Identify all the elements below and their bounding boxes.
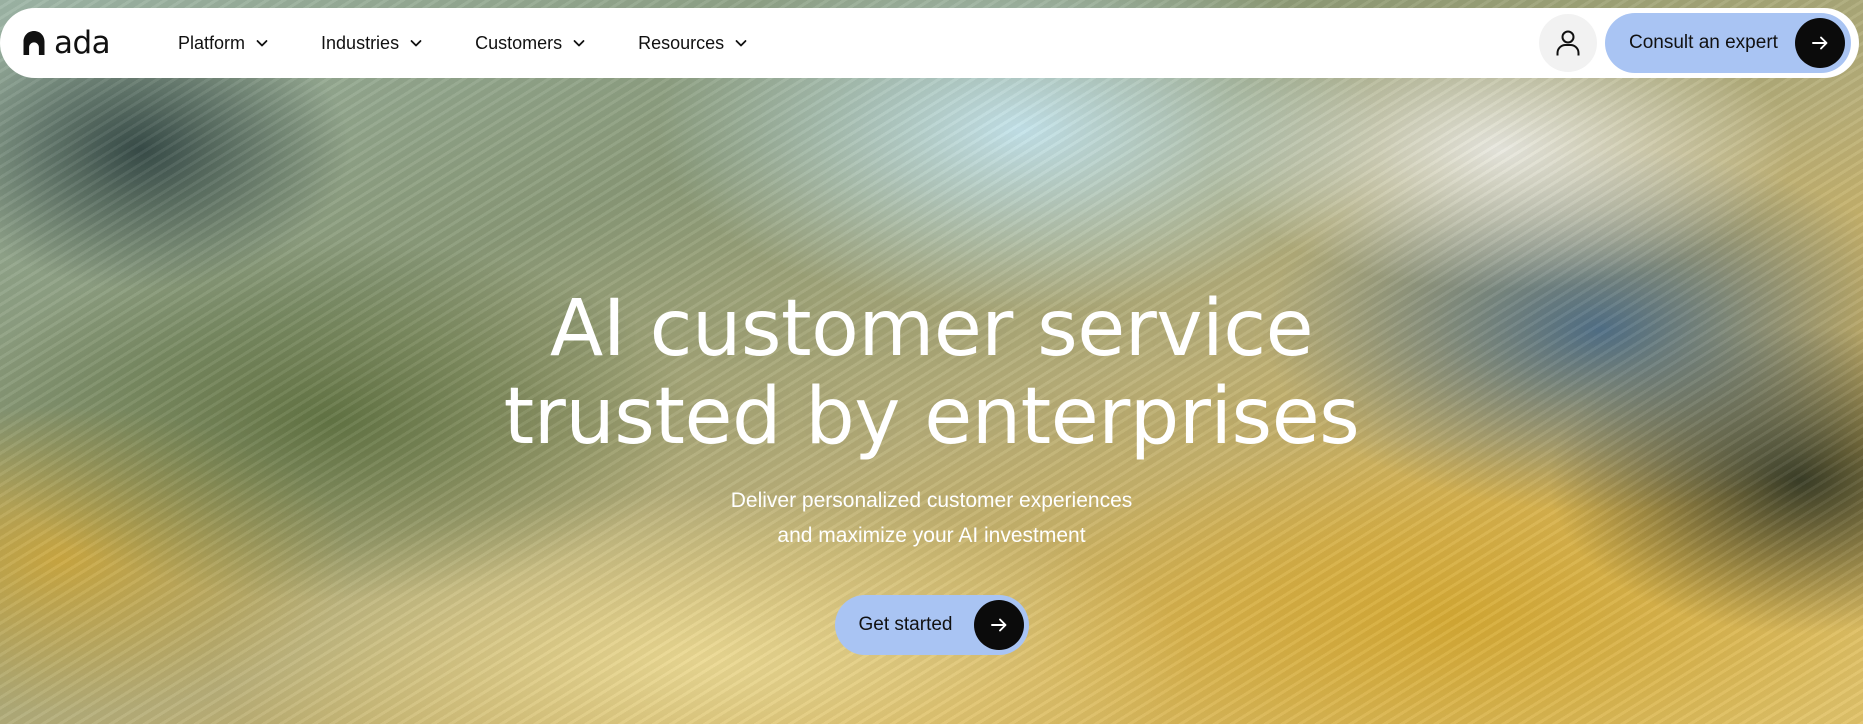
nav-actions: Consult an expert	[1539, 13, 1851, 73]
main-nav: Platform Industries Customers Resources	[172, 33, 800, 54]
arrow-right-icon	[990, 618, 1006, 632]
hero-subtitle: Deliver personalized customer experience…	[0, 483, 1863, 553]
hero-title: AI customer service trusted by enterpris…	[0, 285, 1863, 461]
nav-item-platform[interactable]: Platform	[178, 33, 269, 54]
chevron-down-icon	[573, 40, 585, 47]
arrow-right-icon	[1812, 36, 1828, 50]
chevron-down-icon	[256, 40, 268, 47]
nav-item-label: Resources	[638, 32, 725, 53]
nav-item-industries[interactable]: Industries	[321, 33, 423, 54]
consult-expert-button[interactable]: Consult an expert	[1605, 13, 1851, 73]
hero-section: AI customer service trusted by enterpris…	[0, 285, 1863, 655]
ada-logo-icon	[23, 31, 45, 55]
user-icon	[1556, 30, 1580, 56]
nav-item-label: Customers	[475, 32, 563, 53]
chevron-down-icon	[410, 40, 422, 47]
brand-logo[interactable]: ada	[22, 25, 172, 61]
top-navbar: ada Platform Industries Customers Resour…	[0, 8, 1859, 78]
nav-item-label: Industries	[321, 32, 400, 53]
consult-expert-label: Consult an expert	[1629, 32, 1778, 53]
page: ada Platform Industries Customers Resour…	[0, 0, 1863, 724]
cta-wrap: Get started	[0, 595, 1863, 655]
chevron-down-icon	[735, 40, 747, 47]
nav-item-resources[interactable]: Resources	[638, 33, 748, 54]
brand-name: ada	[54, 25, 111, 61]
account-button[interactable]	[1539, 14, 1597, 72]
get-started-label: Get started	[858, 614, 953, 635]
arrow-circle	[973, 600, 1024, 650]
nav-item-label: Platform	[178, 32, 246, 53]
hero-subtitle-line-1: Deliver personalized customer experience…	[730, 489, 1133, 512]
nav-item-customers[interactable]: Customers	[475, 33, 586, 54]
arrow-circle	[1795, 18, 1845, 68]
hero-title-line-2: trusted by enterprises	[503, 372, 1360, 462]
hero-subtitle-line-2: and maximize your AI investment	[777, 524, 1086, 547]
get-started-button[interactable]: Get started	[834, 595, 1029, 655]
hero-title-line-1: AI customer service	[549, 284, 1314, 374]
